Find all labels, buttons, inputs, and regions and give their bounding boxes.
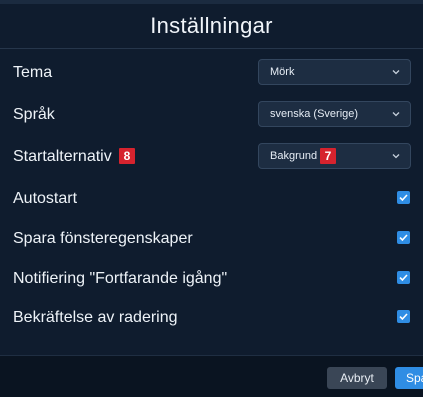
setting-row-theme: Tema Mörk — [0, 55, 423, 91]
setting-row-startup: Startalternativ 8 Bakgrund 7 — [0, 139, 423, 175]
language-select-value: svenska (Sverige) — [270, 108, 359, 120]
chevron-down-icon — [392, 70, 400, 75]
confirm-delete-checkbox[interactable] — [397, 310, 410, 323]
startup-value-badge: 7 — [320, 148, 336, 164]
autostart-checkbox[interactable] — [397, 191, 410, 204]
startup-select-value: Bakgrund — [270, 150, 318, 162]
confirm-delete-label: Bekräftelse av radering — [13, 309, 178, 326]
notify-ongoing-checkbox[interactable] — [397, 271, 410, 284]
checkmark-icon — [399, 313, 408, 321]
title-divider — [0, 48, 423, 49]
setting-row-confirm-delete: Bekräftelse av radering — [0, 300, 423, 336]
dialog-title: Inställningar — [150, 13, 273, 38]
chevron-down-icon — [392, 112, 400, 117]
theme-select[interactable]: Mörk — [258, 59, 411, 85]
startup-label-badge: 8 — [119, 148, 135, 164]
language-label: Språk — [13, 106, 55, 123]
save-button[interactable]: Spa — [395, 367, 423, 389]
checkmark-icon — [399, 194, 408, 202]
top-strip — [0, 0, 423, 4]
theme-label: Tema — [13, 64, 53, 81]
setting-row-autostart: Autostart — [0, 181, 423, 217]
checkmark-icon — [399, 274, 408, 282]
setting-row-language: Språk svenska (Sverige) — [0, 97, 423, 133]
startup-select[interactable]: Bakgrund 7 — [258, 143, 411, 169]
checkmark-icon — [399, 234, 408, 242]
startup-label: Startalternativ — [13, 148, 112, 165]
save-window-checkbox[interactable] — [397, 231, 410, 244]
setting-row-notify-ongoing: Notifiering "Fortfarande igång" — [0, 261, 423, 297]
notify-ongoing-label: Notifiering "Fortfarande igång" — [13, 270, 228, 287]
chevron-down-icon — [392, 154, 400, 159]
theme-select-value: Mörk — [270, 66, 295, 78]
dialog-footer: Avbryt Spa — [0, 355, 423, 397]
setting-row-save-window: Spara fönsteregenskaper — [0, 221, 423, 257]
cancel-button[interactable]: Avbryt — [327, 367, 387, 389]
autostart-label: Autostart — [13, 190, 78, 207]
settings-dialog: Inställningar Tema Mörk Språk svenska (S… — [0, 0, 423, 397]
language-select[interactable]: svenska (Sverige) — [258, 101, 411, 127]
save-window-label: Spara fönsteregenskaper — [13, 230, 193, 247]
